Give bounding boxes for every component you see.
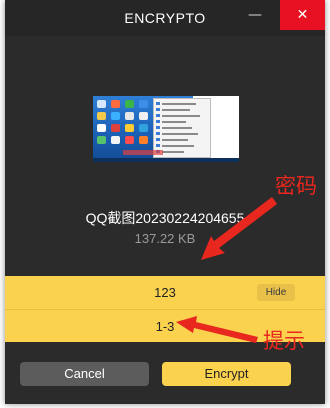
thumbnail-taskbar: [93, 158, 239, 162]
password-annotation-label: 密码: [275, 174, 317, 198]
hint-annotation-label: 提示: [263, 329, 305, 353]
close-button[interactable]: ✕: [280, 0, 325, 30]
title-bar[interactable]: ENCRYPTO — ✕: [5, 0, 325, 36]
cancel-button[interactable]: Cancel: [20, 362, 149, 386]
file-name: QQ截图20230224204655: [85, 210, 245, 226]
minimize-button[interactable]: —: [235, 0, 275, 30]
minimize-icon: —: [248, 7, 262, 23]
window-title: ENCRYPTO: [124, 10, 206, 26]
close-icon: ✕: [296, 7, 309, 23]
file-size: 137.22 KB: [134, 231, 196, 246]
hide-password-button[interactable]: Hide: [257, 284, 295, 301]
password-field[interactable]: 123 Hide: [5, 276, 325, 309]
encrypt-button[interactable]: Encrypt: [162, 362, 291, 386]
file-thumbnail: [93, 96, 239, 162]
thumbnail-watermark: [123, 150, 163, 155]
thumbnail-context-menu: [153, 98, 211, 158]
